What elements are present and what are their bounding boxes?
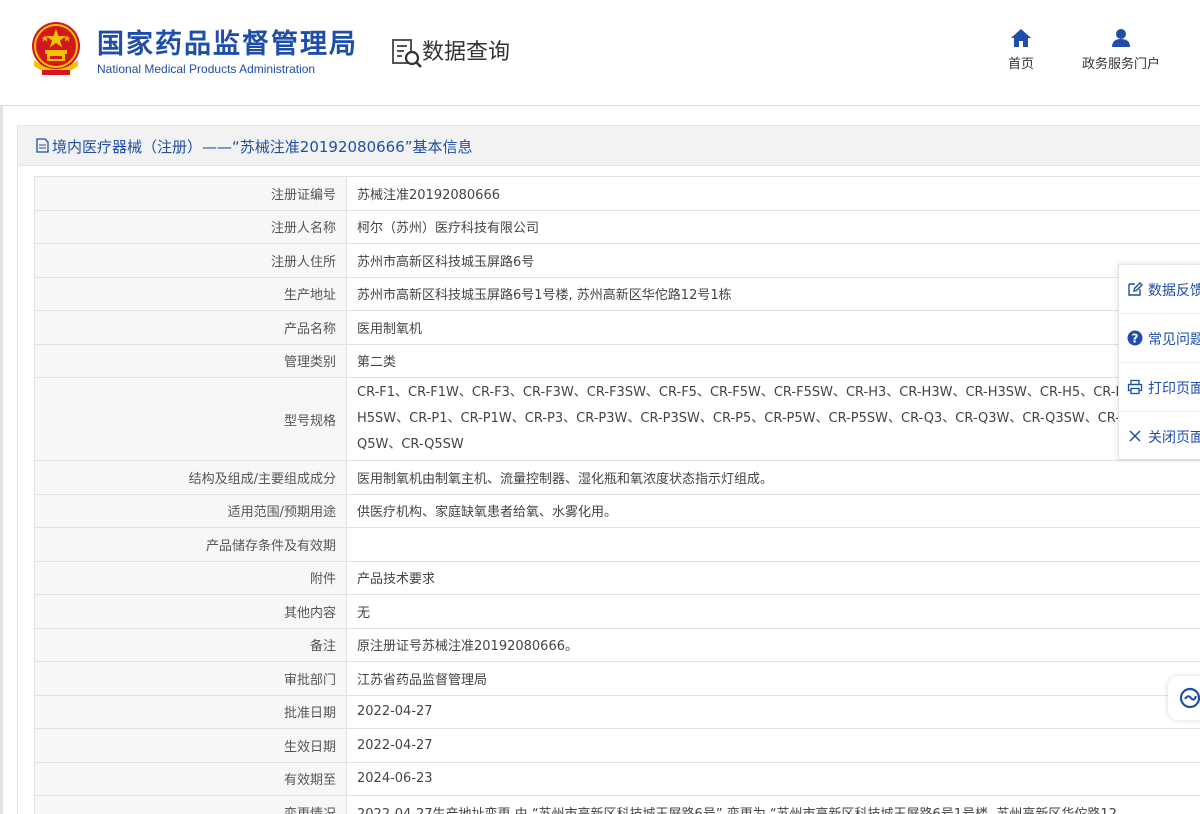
assistant-icon bbox=[1179, 687, 1200, 709]
info-row-value: 苏州市高新区科技城玉屏路6号1号楼, 苏州高新区华佗路12号1栋 bbox=[346, 276, 1200, 311]
info-row-value: 2022-04-27 bbox=[346, 694, 1200, 729]
info-row-key: 管理类别 bbox=[34, 343, 347, 378]
info-row-key: 生产地址 bbox=[34, 276, 347, 311]
info-row-value: 苏州市高新区科技城玉屏路6号 bbox=[346, 243, 1200, 278]
info-row-key: 产品名称 bbox=[34, 310, 347, 345]
nav-home-label: 首页 bbox=[1007, 57, 1034, 72]
assistant-float-button[interactable] bbox=[1168, 676, 1200, 720]
print-page-button[interactable]: 打印页面 bbox=[1119, 363, 1200, 412]
info-row: 备注 原注册证号苏械注准20192080666。 bbox=[34, 627, 1200, 662]
info-row-key: 变更情况 bbox=[34, 795, 347, 814]
info-row-value: 原注册证号苏械注准20192080666。 bbox=[346, 627, 1200, 662]
info-row-key: 其他内容 bbox=[34, 594, 347, 629]
data-feedback-label: 数据反馈 bbox=[1148, 283, 1200, 299]
panel-title-bar: 境内医疗器械（注册）——“苏械注准20192080666”基本信息 bbox=[18, 126, 1200, 166]
question-icon: ? bbox=[1127, 330, 1143, 346]
info-row-key: 结构及组成/主要组成成分 bbox=[34, 460, 347, 495]
info-row-key: 备注 bbox=[34, 627, 347, 662]
floating-side-panel: 数据反馈 ? 常见问题 打印页面 关闭页面 bbox=[1118, 264, 1200, 460]
info-row: 附件 产品技术要求 bbox=[34, 560, 1200, 595]
info-row: 产品名称 医用制氧机 bbox=[34, 310, 1200, 345]
close-page-label: 关闭页面 bbox=[1148, 430, 1200, 446]
info-row-key: 批准日期 bbox=[34, 694, 347, 729]
panel-title: 境内医疗器械（注册）——“苏械注准20192080666”基本信息 bbox=[52, 138, 473, 156]
window-left-edge bbox=[0, 0, 3, 814]
info-row-value: CR-F1、CR-F1W、CR-F3、CR-F3W、CR-F3SW、CR-F5、… bbox=[346, 377, 1200, 461]
info-row: 注册人名称 柯尔（苏州）医疗科技有限公司 bbox=[34, 209, 1200, 244]
close-page-button[interactable]: 关闭页面 bbox=[1119, 412, 1200, 461]
info-row: 有效期至 2024-06-23 bbox=[34, 761, 1200, 796]
print-icon bbox=[1127, 379, 1143, 395]
info-row: 管理类别 第二类 bbox=[34, 343, 1200, 378]
info-row: 产品储存条件及有效期 bbox=[34, 527, 1200, 562]
info-row: 批准日期 2022-04-27 bbox=[34, 694, 1200, 729]
info-row-value: 2024-06-23 bbox=[346, 761, 1200, 796]
site-header: 国家药品监督管理局 National Medical Products Admi… bbox=[0, 0, 1200, 106]
agency-name-en: National Medical Products Administration bbox=[97, 62, 316, 76]
section-title: 数据查询 bbox=[422, 40, 511, 65]
info-row-value: 无 bbox=[346, 594, 1200, 629]
agency-name-cn: 国家药品监督管理局 bbox=[97, 29, 358, 60]
info-row-key: 注册人住所 bbox=[34, 243, 347, 278]
info-row-value: 苏械注准20192080666 bbox=[346, 176, 1200, 211]
info-row: 变更情况2022-04-27生产地址变更 由 “苏州市高新区科技城玉屏路6号” … bbox=[34, 795, 1200, 814]
info-row-key: 生效日期 bbox=[34, 728, 347, 763]
info-row: 生效日期 2022-04-27 bbox=[34, 728, 1200, 763]
info-row: 审批部门 江苏省药品监督管理局 bbox=[34, 661, 1200, 696]
faq-label: 常见问题 bbox=[1148, 332, 1200, 348]
nav-gov-service-label: 政务服务门户 bbox=[1081, 57, 1160, 72]
info-row-value: 医用制氧机 bbox=[346, 310, 1200, 345]
info-row-key: 附件 bbox=[34, 560, 347, 595]
detail-panel: 境内医疗器械（注册）——“苏械注准20192080666”基本信息 注册证编号苏… bbox=[17, 125, 1200, 814]
info-row-value: 2022-04-27 bbox=[346, 728, 1200, 763]
user-icon bbox=[1112, 29, 1130, 47]
print-page-label: 打印页面 bbox=[1148, 381, 1200, 397]
faq-button[interactable]: ? 常见问题 bbox=[1119, 314, 1200, 363]
info-row-value: 医用制氧机由制氧主机、流量控制器、湿化瓶和氧浓度状态指示灯组成。 bbox=[346, 460, 1200, 495]
info-row-value: 柯尔（苏州）医疗科技有限公司 bbox=[346, 209, 1200, 244]
info-row-value: 2022-04-27生产地址变更 由 “苏州市高新区科技城玉屏路6号” 变更为 … bbox=[346, 795, 1200, 814]
info-row: 适用范围/预期用途 供医疗机构、家庭缺氧患者给氧、水雾化用。 bbox=[34, 493, 1200, 528]
document-icon bbox=[36, 138, 49, 153]
info-row: 其他内容无 bbox=[34, 594, 1200, 629]
info-row-key: 产品储存条件及有效期 bbox=[34, 527, 347, 562]
info-row-key: 有效期至 bbox=[34, 761, 347, 796]
info-row: 型号规格 CR-F1、CR-F1W、CR-F3、CR-F3W、CR-F3SW、CR… bbox=[34, 377, 1200, 461]
info-row: 结构及组成/主要组成成分 医用制氧机由制氧主机、流量控制器、湿化瓶和氧浓度状态指示… bbox=[34, 460, 1200, 495]
info-row-value: 第二类 bbox=[346, 343, 1200, 378]
info-row-key: 审批部门 bbox=[34, 661, 347, 696]
nav-gov-service-link[interactable]: 政务服务门户 bbox=[1077, 28, 1165, 72]
info-row: 注册证编号 苏械注准20192080666 bbox=[34, 176, 1200, 211]
info-row-value: 供医疗机构、家庭缺氧患者给氧、水雾化用。 bbox=[346, 493, 1200, 528]
svg-text:?: ? bbox=[1132, 332, 1139, 346]
home-icon bbox=[1011, 29, 1031, 47]
info-row: 注册人住所 苏州市高新区科技城玉屏路6号 bbox=[34, 243, 1200, 278]
national-emblem-icon bbox=[32, 22, 80, 75]
data-feedback-button[interactable]: 数据反馈 bbox=[1119, 265, 1200, 314]
data-query-icon bbox=[392, 39, 422, 68]
info-row-key: 适用范围/预期用途 bbox=[34, 493, 347, 528]
info-row: 生产地址 苏州市高新区科技城玉屏路6号1号楼, 苏州高新区华佗路12号1栋 bbox=[34, 276, 1200, 311]
info-row-value: 江苏省药品监督管理局 bbox=[346, 661, 1200, 696]
info-row-key: 注册人名称 bbox=[34, 209, 347, 244]
edit-icon bbox=[1128, 282, 1143, 296]
close-icon bbox=[1129, 430, 1141, 442]
info-row-key: 型号规格 bbox=[34, 377, 347, 461]
info-row-value bbox=[346, 527, 1200, 562]
info-row-value: 产品技术要求 bbox=[346, 560, 1200, 595]
registration-info-table: 注册证编号 苏械注准20192080666 注册人名称 柯尔（苏州）医疗科技有限公司注… bbox=[34, 176, 1200, 814]
nav-home-link[interactable]: 首页 bbox=[1001, 28, 1041, 72]
info-row-key: 注册证编号 bbox=[34, 176, 347, 211]
